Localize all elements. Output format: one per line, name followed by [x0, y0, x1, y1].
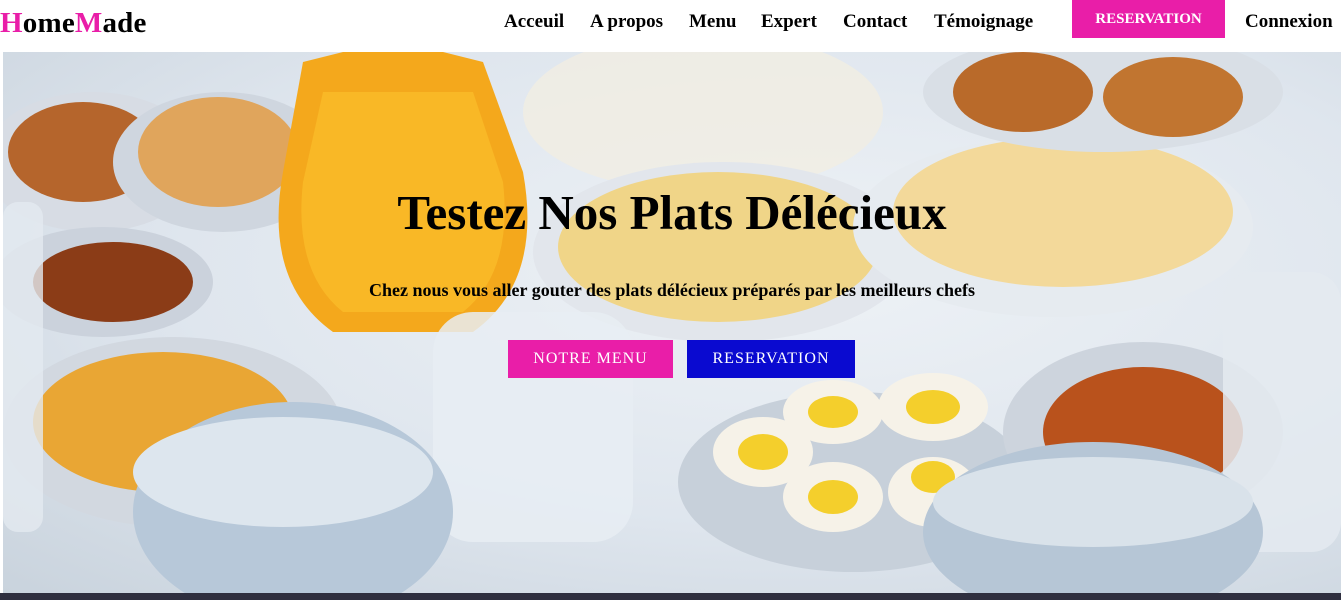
nav-item-expert[interactable]: Expert [761, 11, 817, 33]
section-divider [0, 593, 1341, 600]
nav-item-acceuil[interactable]: Acceuil [504, 11, 564, 33]
our-menu-button[interactable]: NOTRE MENU [508, 340, 673, 378]
hero-background-image [3, 52, 1341, 593]
reservation-nav-button[interactable]: RESERVATION [1072, 0, 1225, 38]
logo-text-ade: ade [102, 7, 147, 39]
hero-title: Testez Nos Plats Délécieux [397, 185, 947, 240]
hero-section: Testez Nos Plats Délécieux Chez nous vou… [3, 52, 1341, 593]
logo-initial-m: M [74, 7, 103, 39]
logo-initial-h: H [0, 7, 23, 39]
brand-logo[interactable]: HomeMade [0, 7, 147, 40]
nav-item-connexion[interactable]: Connexion [1245, 11, 1333, 33]
nav-item-temoignage[interactable]: Témoignage [934, 11, 1033, 33]
nav-item-apropos[interactable]: A propos [590, 11, 663, 33]
hero-subtitle: Chez nous vous aller gouter des plats dé… [369, 280, 975, 300]
top-navbar: HomeMade Acceuil A propos Menu Expert Co… [0, 0, 1341, 52]
nav-item-menu[interactable]: Menu [689, 11, 737, 33]
hero-reservation-button[interactable]: RESERVATION [687, 340, 855, 378]
nav-item-contact[interactable]: Contact [843, 11, 907, 33]
logo-text-ome: ome [22, 7, 75, 39]
